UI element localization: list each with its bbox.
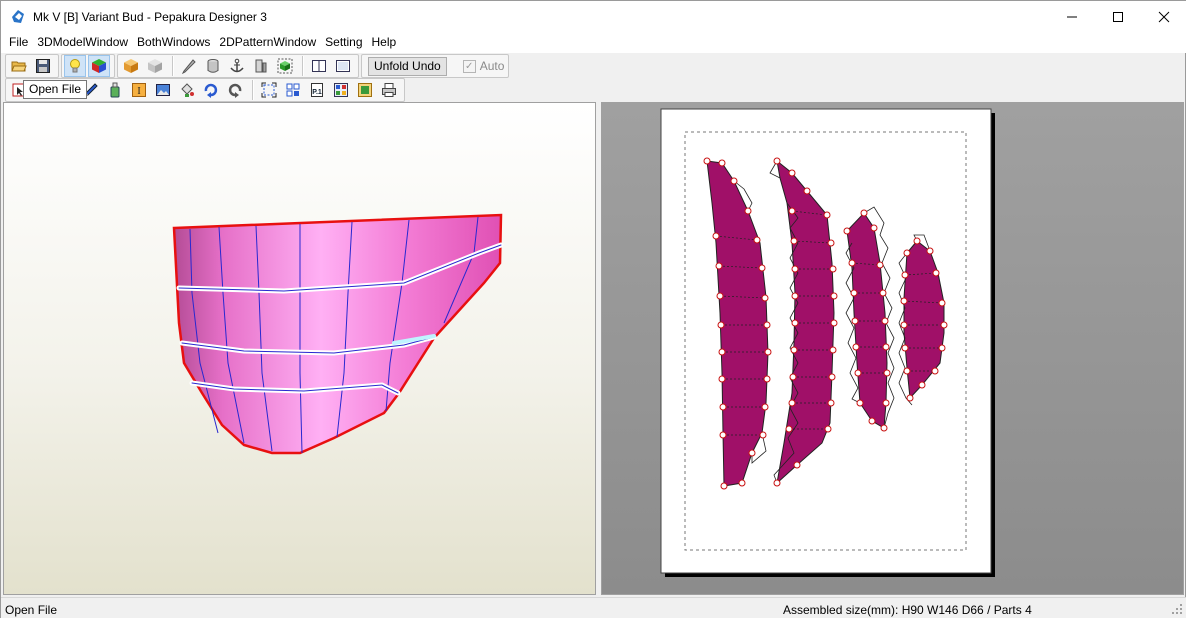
save-button[interactable] — [32, 55, 54, 77]
cylinder-icon — [207, 59, 219, 73]
orange-box-icon — [124, 59, 138, 73]
resize-grip-icon[interactable] — [1171, 603, 1183, 615]
anchor-tool-button[interactable] — [226, 55, 248, 77]
3d-model-render — [172, 213, 504, 455]
printer-icon — [382, 83, 396, 97]
auto-label: Auto — [479, 59, 505, 73]
file-toolbar-group — [5, 54, 59, 78]
pencil-tool-button[interactable] — [178, 55, 200, 77]
rotate-ccw-button[interactable] — [224, 79, 246, 101]
fit-view-button[interactable] — [258, 79, 280, 101]
auto-checkbox[interactable]: ✓ Auto — [462, 59, 505, 73]
gray-box-icon — [148, 59, 162, 73]
split-window-icon — [312, 60, 326, 72]
close-icon — [1158, 11, 1170, 22]
2d-pattern-view[interactable] — [601, 102, 1184, 595]
svg-text:P.1: P.1 — [312, 89, 322, 96]
checkmark-icon: ✓ — [462, 59, 476, 73]
menu-help[interactable]: Help — [367, 32, 401, 53]
color-cube-icon — [92, 59, 106, 73]
model-body — [172, 213, 503, 455]
picture-icon — [156, 84, 170, 96]
rotate-ccw-icon — [228, 83, 242, 98]
pepakura-app-icon — [12, 9, 24, 23]
folder-open-icon — [11, 61, 27, 72]
arrange-parts-icon — [286, 83, 300, 97]
application-window: Mk V [B] Variant Bud - Pepakura Designer… — [0, 0, 1186, 618]
menu-bothwindows[interactable]: BothWindows — [132, 32, 214, 53]
menu-bar: File 3DModelWindow BothWindows 2DPattern… — [1, 32, 1186, 53]
maximize-icon — [1113, 11, 1123, 22]
green-cube-select-icon — [277, 58, 293, 74]
main-toolbar: Unfold Undo ✓ Auto — [1, 54, 511, 78]
toolbar-separator — [172, 56, 174, 76]
split-window-button[interactable] — [308, 55, 330, 77]
unfold-toolbar-group: Unfold Undo ✓ Auto — [361, 54, 509, 78]
menu-2dpatternwindow[interactable]: 2DPatternWindow — [214, 32, 320, 53]
status-bar: Open File Assembled size(mm): H90 W146 D… — [1, 597, 1186, 618]
page-settings-button[interactable]: P.1 — [306, 79, 328, 101]
minimize-button[interactable] — [1049, 1, 1095, 32]
menu-3dmodelwindow[interactable]: 3DModelWindow — [32, 32, 132, 53]
save-icon — [36, 59, 50, 73]
export-image-button[interactable] — [354, 79, 376, 101]
tooltip: Open File — [23, 80, 88, 99]
toolbar-separator — [252, 80, 254, 100]
select-part-button[interactable] — [274, 55, 296, 77]
view-toolbar-group — [61, 54, 115, 78]
cylinder-tool-button[interactable] — [202, 55, 224, 77]
arrange-parts-button[interactable] — [282, 79, 304, 101]
pencil-icon — [181, 59, 196, 74]
status-message: Open File — [5, 603, 58, 617]
light-toggle-button[interactable] — [64, 55, 86, 77]
show-faces-button[interactable] — [120, 55, 142, 77]
menu-setting[interactable]: Setting — [320, 32, 366, 53]
svg-text:I: I — [137, 86, 140, 97]
text-tool-button[interactable]: I — [128, 79, 150, 101]
anchor-icon — [230, 58, 244, 73]
text-tool-icon: I — [132, 83, 146, 97]
image-tool-button[interactable] — [152, 79, 174, 101]
menu-file[interactable]: File — [4, 32, 32, 53]
fit-view-icon — [261, 82, 277, 98]
layout-settings-button[interactable] — [330, 79, 352, 101]
glue-bottle-icon — [110, 82, 120, 98]
paint-tool-button[interactable] — [176, 79, 198, 101]
assembled-size-readout: Assembled size(mm): H90 W146 D66 / Parts… — [783, 603, 1032, 617]
title-bar[interactable]: Mk V [B] Variant Bud - Pepakura Designer… — [1, 1, 1186, 32]
close-button[interactable] — [1141, 1, 1186, 32]
lightbulb-icon — [70, 59, 80, 73]
unfold-undo-button[interactable]: Unfold Undo — [368, 56, 447, 76]
model-toolbar-group — [117, 54, 359, 78]
minimize-icon — [1067, 16, 1077, 17]
2d-pattern-render — [660, 108, 995, 577]
join-parts-button[interactable] — [104, 79, 126, 101]
paint-bucket-icon — [181, 83, 194, 97]
maximize-button[interactable] — [1095, 1, 1141, 32]
window-title: Mk V [B] Variant Bud - Pepakura Designer… — [33, 9, 267, 24]
texture-toggle-button[interactable] — [88, 55, 110, 77]
layout-grid-icon — [334, 83, 348, 97]
show-edges-button[interactable] — [144, 55, 166, 77]
toolbar-separator — [302, 56, 304, 76]
export-image-icon — [358, 83, 372, 97]
print-button[interactable] — [378, 79, 400, 101]
rotate-cw-button[interactable] — [200, 79, 222, 101]
panel-icon — [255, 59, 267, 73]
rotate-cw-icon — [204, 83, 218, 98]
open-file-button[interactable] — [8, 55, 30, 77]
single-window-button[interactable] — [332, 55, 354, 77]
page-number-icon: P.1 — [311, 83, 323, 97]
single-window-icon — [336, 60, 350, 72]
panel-tool-button[interactable] — [250, 55, 272, 77]
3d-model-view[interactable] — [3, 102, 596, 595]
